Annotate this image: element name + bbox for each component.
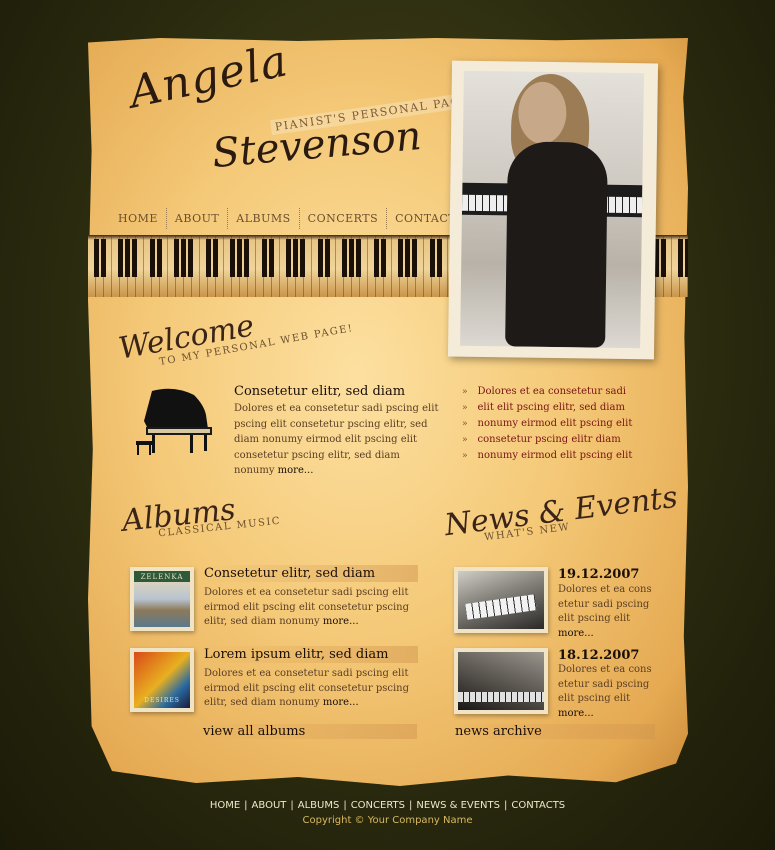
welcome-title: Consetetur elitr, sed diam (234, 384, 406, 399)
welcome-bullet-list: » Dolores et ea consetetur sadi » elit eli… (462, 384, 632, 464)
news-description: Dolores et ea cons etetur sadi pscing el… (558, 584, 652, 639)
news-more-link[interactable]: more... (558, 708, 594, 719)
album-title[interactable]: Consetetur elitr, sed diam (203, 565, 418, 582)
footer-link-concerts[interactable]: CONCERTS (351, 800, 405, 811)
bullet-item[interactable]: » Dolores et ea consetetur sadi (462, 384, 632, 400)
copyright-text: Copyright © Your Company Name (302, 815, 473, 826)
main-nav: HOME ABOUT ALBUMS CONCERTS CONTACTS (110, 208, 472, 229)
footer-separator: | (343, 800, 347, 811)
bullet-marker: » (462, 419, 468, 429)
bullet-item[interactable]: » elit elit pscing elitr, sed diam (462, 400, 632, 416)
album-cover-image[interactable]: ZELENKA (130, 567, 194, 631)
bullet-marker: » (462, 451, 468, 461)
album-description: Dolores et ea consetetur sadi pscing eli… (204, 668, 409, 708)
footer-separator: | (244, 800, 248, 811)
news-archive-link[interactable]: news archive (455, 724, 655, 739)
album-description: Dolores et ea consetetur sadi pscing eli… (204, 587, 409, 627)
album-cover-label: DESIRES (144, 697, 180, 704)
footer-link-albums[interactable]: ALBUMS (298, 800, 340, 811)
welcome-text-body: Dolores et ea consetetur sadi pscing eli… (234, 403, 439, 476)
bullet-item[interactable]: » nonumy eirmod elit pscing elit (462, 416, 632, 432)
album-more-link[interactable]: more... (323, 697, 359, 708)
nav-about[interactable]: ABOUT (167, 208, 229, 229)
welcome-more-link[interactable]: more... (278, 465, 314, 476)
news-image[interactable] (454, 648, 548, 714)
news-date: 19.12.2007 (558, 567, 640, 582)
bullet-item[interactable]: » consetetur pscing elitr diam (462, 432, 632, 448)
view-all-albums-link[interactable]: view all albums (203, 724, 417, 739)
album-cover-label: ZELENKA (140, 573, 184, 581)
footer-link-contacts[interactable]: CONTACTS (511, 800, 565, 811)
nav-home[interactable]: HOME (110, 208, 167, 229)
footer-link-about[interactable]: ABOUT (252, 800, 287, 811)
nav-albums[interactable]: ALBUMS (228, 208, 300, 229)
bullet-marker: » (462, 435, 468, 445)
welcome-text: Dolores et ea consetetur sadi pscing eli… (234, 401, 440, 479)
footer-separator: | (504, 800, 508, 811)
grand-piano-icon (136, 388, 212, 455)
album-more-link[interactable]: more... (323, 616, 359, 627)
pianist-photo (447, 60, 659, 360)
nav-concerts[interactable]: CONCERTS (300, 208, 388, 229)
news-description: Dolores et ea cons etetur sadi pscing el… (558, 664, 652, 719)
bullet-item[interactable]: » nonumy eirmod elit pscing elit (462, 448, 632, 464)
bullet-marker: » (462, 403, 468, 413)
news-more-link[interactable]: more... (558, 628, 594, 639)
album-cover-image[interactable]: DESIRES (130, 648, 194, 712)
bullet-marker: » (462, 387, 468, 397)
footer-link-news-events[interactable]: NEWS & EVENTS (416, 800, 500, 811)
footer-separator: | (409, 800, 413, 811)
news-image[interactable] (454, 567, 548, 633)
news-date: 18.12.2007 (558, 648, 640, 663)
footer-link-home[interactable]: HOME (210, 800, 240, 811)
footer-nav: HOME | ABOUT | ALBUMS | CONCERTS | NEWS & EVENTS… (0, 800, 775, 811)
footer-separator: | (290, 800, 294, 811)
album-title[interactable]: Lorem ipsum elitr, sed diam (203, 646, 418, 663)
